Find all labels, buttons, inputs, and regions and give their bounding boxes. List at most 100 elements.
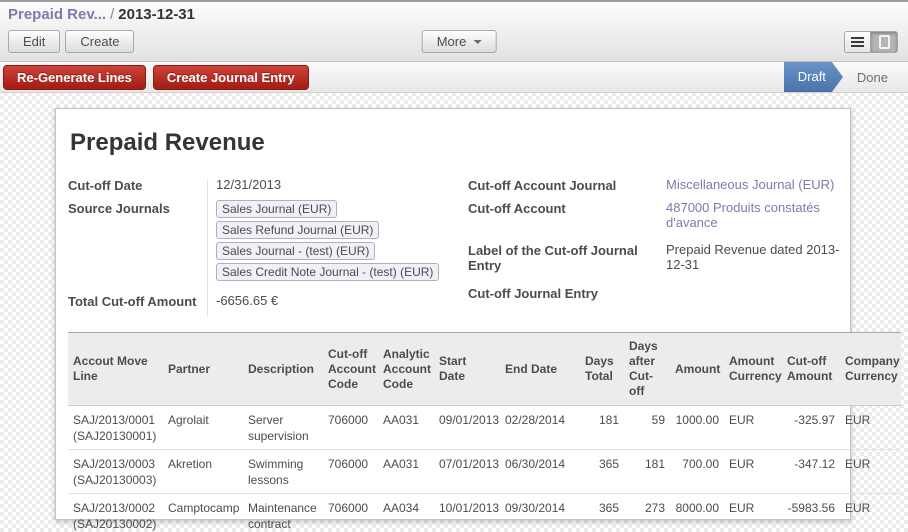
cell-end-date: 06/30/2014 (500, 450, 580, 494)
cell-amount: 1000.00 (670, 406, 724, 450)
form-group-left: Cut-off Date 12/31/2013 Source Journals … (68, 177, 468, 316)
status-step-draft[interactable]: Draft (784, 62, 843, 92)
col-header-cutoff-account-code[interactable]: Cut-off Account Code (323, 333, 378, 406)
field-cutoff-account-journal: Cut-off Account Journal Miscellaneous Jo… (468, 177, 851, 193)
field-value: -6656.65 € (207, 293, 278, 309)
col-header-description[interactable]: Description (243, 333, 323, 406)
col-header-days-after-cutoff[interactable]: Days after Cut-off (624, 333, 670, 406)
field-label: Total Cut-off Amount (68, 293, 207, 309)
cell-cutoff-code: 706000 (323, 406, 378, 450)
list-icon (851, 41, 864, 43)
more-button[interactable]: More (422, 30, 497, 53)
cell-end-date: 02/28/2014 (500, 406, 580, 450)
field-label: Cut-off Journal Entry (468, 285, 666, 301)
regenerate-lines-button[interactable]: Re-Generate Lines (3, 65, 146, 90)
field-label: Cut-off Account Journal (468, 177, 666, 193)
journal-tag: Sales Journal - (test) (EUR) (216, 242, 375, 260)
breadcrumb-parent-link[interactable]: Prepaid Rev... (8, 6, 106, 23)
col-header-company-currency[interactable]: Company Currency (840, 333, 901, 406)
col-header-end-date[interactable]: End Date (500, 333, 580, 406)
cell-move-line: SAJ/2013/0002 (SAJ20130002) (68, 494, 163, 532)
create-button[interactable]: Create (65, 30, 134, 53)
form-group-right: Cut-off Account Journal Miscellaneous Jo… (468, 177, 851, 316)
field-label: Source Journals (68, 200, 207, 281)
breadcrumb-separator: / (106, 6, 118, 23)
cell-start-date: 09/01/2013 (434, 406, 500, 450)
cell-amount-currency: EUR (724, 406, 782, 450)
col-header-amount-currency[interactable]: Amount Currency (724, 333, 782, 406)
col-header-partner[interactable]: Partner (163, 333, 243, 406)
cell-company-currency: EUR (840, 494, 901, 532)
cell-start-date: 07/01/2013 (434, 450, 500, 494)
cell-cutoff-amount: -5983.56 (782, 494, 840, 532)
form-sheet: Prepaid Revenue Cut-off Date 12/31/2013 … (55, 108, 851, 520)
create-journal-entry-button[interactable]: Create Journal Entry (153, 65, 309, 90)
journal-tag: Sales Journal (EUR) (216, 200, 337, 218)
col-header-days-total[interactable]: Days Total (580, 333, 624, 406)
cell-move-line: SAJ/2013/0001 (SAJ20130001) (68, 406, 163, 450)
field-label: Cut-off Date (68, 177, 207, 193)
table-row[interactable]: SAJ/2013/0002 (SAJ20130002) Camptocamp M… (68, 494, 901, 532)
cell-partner: Akretion (163, 450, 243, 494)
status-step-done[interactable]: Done (843, 70, 900, 85)
cutoff-account-link[interactable]: 487000 Produits constatés d'avance (666, 200, 851, 230)
field-value: 12/31/2013 (207, 177, 281, 193)
cell-days-after: 273 (624, 494, 670, 532)
cell-move-line: SAJ/2013/0003 (SAJ20130003) (68, 450, 163, 494)
more-button-label: More (437, 34, 467, 49)
cell-description: Server supervision (243, 406, 323, 450)
field-label: Cut-off Account (468, 200, 666, 230)
form-icon (879, 35, 890, 49)
field-label: Label of the Cut-off Journal Entry (468, 242, 666, 273)
cell-days-total: 365 (580, 494, 624, 532)
cell-analytic-code: AA034 (378, 494, 434, 532)
field-cutoff-account: Cut-off Account 487000 Produits constaté… (468, 200, 851, 230)
cell-company-currency: EUR (840, 406, 901, 450)
journal-tag: Sales Credit Note Journal - (test) (EUR) (216, 263, 439, 281)
action-statusbar: Re-Generate Lines Create Journal Entry D… (0, 62, 908, 93)
col-header-start-date[interactable]: Start Date (434, 333, 500, 406)
cell-analytic-code: AA031 (378, 406, 434, 450)
cell-analytic-code: AA031 (378, 450, 434, 494)
cell-amount-currency: EUR (724, 450, 782, 494)
col-header-move-line[interactable]: Accout Move Line (68, 333, 163, 406)
form-view-button[interactable] (871, 31, 898, 53)
field-journal-entry-label: Label of the Cut-off Journal Entry Prepa… (468, 242, 851, 273)
edit-button[interactable]: Edit (8, 30, 60, 53)
list-view-button[interactable] (844, 31, 871, 53)
page-title: Prepaid Revenue (70, 129, 850, 157)
cell-amount-currency: EUR (724, 494, 782, 532)
col-header-amount[interactable]: Amount (670, 333, 724, 406)
cutoff-account-journal-link[interactable]: Miscellaneous Journal (EUR) (666, 177, 851, 193)
cell-partner: Camptocamp (163, 494, 243, 532)
breadcrumb: Prepaid Rev.../2013-12-31 (0, 2, 908, 23)
cell-cutoff-amount: -325.97 (782, 406, 840, 450)
page-background: Prepaid Revenue Cut-off Date 12/31/2013 … (0, 93, 908, 520)
col-header-analytic-account-code[interactable]: Analytic Account Code (378, 333, 434, 406)
view-switcher (844, 31, 898, 53)
cell-amount: 700.00 (670, 450, 724, 494)
cell-cutoff-code: 706000 (323, 450, 378, 494)
cell-description: Maintenance contract (243, 494, 323, 532)
breadcrumb-current: 2013-12-31 (118, 6, 195, 23)
form-fields: Cut-off Date 12/31/2013 Source Journals … (68, 177, 850, 316)
table-row[interactable]: SAJ/2013/0001 (SAJ20130001) Agrolait Ser… (68, 406, 901, 450)
top-toolbar: Prepaid Rev.../2013-12-31 Edit Create Mo… (0, 0, 908, 62)
toolbar-row: Edit Create More (0, 23, 908, 53)
cell-amount: 8000.00 (670, 494, 724, 532)
cell-cutoff-code: 706000 (323, 494, 378, 532)
table-row[interactable]: SAJ/2013/0003 (SAJ20130003) Akretion Swi… (68, 450, 901, 494)
cell-cutoff-amount: -347.12 (782, 450, 840, 494)
source-journals-tags: Sales Journal (EUR) Sales Refund Journal… (216, 200, 468, 281)
statusbar: Draft Done (784, 62, 900, 92)
field-value: Prepaid Revenue dated 2013-12-31 (666, 242, 851, 273)
field-total-cutoff-amount: Total Cut-off Amount -6656.65 € (68, 293, 468, 309)
field-cutoff-date: Cut-off Date 12/31/2013 (68, 177, 468, 193)
field-cutoff-journal-entry: Cut-off Journal Entry (468, 285, 851, 301)
cutoff-lines-table: Accout Move Line Partner Description Cut… (68, 332, 850, 532)
field-source-journals: Source Journals Sales Journal (EUR) Sale… (68, 200, 468, 281)
cell-description: Swimming lessons (243, 450, 323, 494)
cell-company-currency: EUR (840, 450, 901, 494)
cell-days-after: 181 (624, 450, 670, 494)
col-header-cutoff-amount[interactable]: Cut-off Amount (782, 333, 840, 406)
